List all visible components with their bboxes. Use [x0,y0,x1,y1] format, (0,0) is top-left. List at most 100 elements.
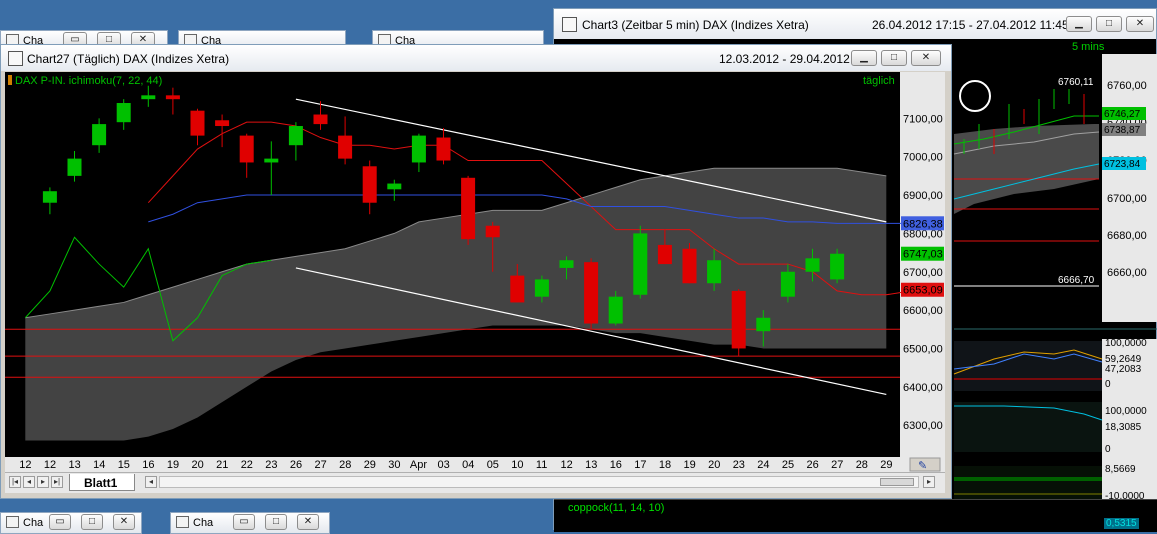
candle-body [116,103,131,123]
maximize-button[interactable]: □ [881,50,907,66]
sheet-bar: |◂ ◂ ▸ ▸| Blatt1 ◂ ▸ [5,472,945,493]
chart3-cloud [954,124,1099,214]
panel-label: 0 [1105,444,1111,455]
x-tick-label: 20 [192,459,204,471]
scroll-right-button[interactable]: ▸ [923,476,935,488]
panel-label: 18,3085 [1105,422,1142,433]
x-tick-label: 12 [561,459,573,471]
x-tick-label: 23 [265,459,277,471]
panel-label: 47,2083 [1105,364,1142,375]
candle-body [510,275,525,303]
candle-body [657,244,672,265]
x-tick-label: 05 [487,459,499,471]
x-tick-label: Apr [410,459,427,471]
minimize-button[interactable]: ▁ [1066,16,1092,32]
scroll-left-button[interactable]: ◂ [145,476,157,488]
candle-body [756,317,771,332]
nav-prev-button[interactable]: ◂ [23,476,35,488]
chart-icon [176,516,189,528]
x-tick-label: 29 [364,459,376,471]
x-tick-label: 28 [339,459,351,471]
x-tick-label: 23 [733,459,745,471]
indicator-label: DAX P-IN. ichimoku(7, 22, 44) [15,75,162,87]
y-tick-label: 6500,00 [903,343,943,355]
maximize-button[interactable]: □ [1096,16,1122,32]
close-button[interactable]: ✕ [1126,16,1154,32]
tab-label: Cha [193,517,214,529]
y-tick-label: 6400,00 [903,382,943,394]
nav-first-button[interactable]: |◂ [9,476,21,488]
chart27-date-range: 12.03.2012 - 29.04.2012 [719,52,850,66]
x-tick-label: 25 [782,459,794,471]
close-button[interactable]: ✕ [911,50,941,66]
horizontal-scrollbar[interactable] [159,476,919,488]
close-button[interactable]: ✕ [297,514,319,530]
chart27-title: Chart27 (Täglich) DAX (Indizes Xetra) [27,52,230,66]
background-chart-tab[interactable]: Cha ▭ □ ✕ [170,512,330,534]
sheet-tab[interactable]: Blatt1 [69,474,135,491]
x-tick-label: 18 [659,459,671,471]
candle-body [805,258,820,272]
candle-body [559,260,574,268]
chart27-y-axis [900,72,945,457]
price-tag-label: 6826,38 [903,218,943,230]
chart3-low-label: 6666,70 [1058,275,1095,286]
tab-label: Cha [23,517,44,529]
panel-label: 8,5669 [1105,464,1136,475]
candle-body [165,95,180,100]
x-tick-label: 16 [142,459,154,471]
candle-body [338,135,353,159]
candle-body [633,233,648,295]
x-tick-label: 28 [856,459,868,471]
x-tick-label: 30 [388,459,400,471]
chart3-date-range: 26.04.2012 17:15 - 27.04.2012 11:45 [872,18,1069,32]
y-tick-label: 7100,00 [903,113,943,125]
candle-body [608,296,623,324]
draw-tool-button[interactable]: ✎ [909,457,941,472]
x-tick-label: 12 [44,459,56,471]
close-button[interactable]: ✕ [113,514,135,530]
maximize-button[interactable]: □ [81,514,103,530]
candle-body [190,110,205,136]
candle-body [584,262,599,324]
x-tick-label: 10 [511,459,523,471]
maximize-button[interactable]: □ [265,514,287,530]
chart3-titlebar[interactable]: Chart3 (Zeitbar 5 min) DAX (Indizes Xetr… [554,9,1156,39]
candle-body [682,248,697,284]
restore-button[interactable]: ▭ [233,514,255,530]
background-chart-tab[interactable]: Cha ▭ □ ✕ [0,512,142,534]
chart27-window[interactable]: Chart27 (Täglich) DAX (Indizes Xetra) 12… [0,44,952,499]
chart3-high-label: 6760,11 [1058,77,1094,88]
scrollbar-thumb[interactable] [880,478,914,486]
chart3-price-tag-label: 6738,87 [1104,125,1141,136]
x-tick-label: 13 [69,459,81,471]
candle-body [436,137,451,161]
x-tick-label: 12 [19,459,31,471]
chart27-titlebar[interactable]: Chart27 (Täglich) DAX (Indizes Xetra) 12… [1,45,951,71]
candle-body [288,126,303,146]
x-tick-label: 19 [684,459,696,471]
candle-body [67,158,82,176]
x-tick-label: 27 [831,459,843,471]
y-tick-label: 7000,00 [903,152,943,164]
nav-last-button[interactable]: ▸| [51,476,63,488]
panel-label: 100,0000 [1105,338,1147,349]
chart-icon [562,17,577,32]
candle-body [239,135,254,163]
chart27-plot: 7100,007000,006900,006800,006700,006600,… [5,72,945,472]
chart3-y-label: 6700,00 [1107,193,1147,205]
restore-button[interactable]: ▭ [49,514,71,530]
candle-body [92,124,107,146]
price-tag-label: 6747,03 [903,249,943,261]
nav-next-button[interactable]: ▸ [37,476,49,488]
chart3-y-label: 6660,00 [1107,267,1147,279]
x-tick-label: 14 [93,459,105,471]
minimize-button[interactable]: ▁ [851,50,877,66]
x-tick-label: 29 [880,459,892,471]
chart3-y-axis [1102,54,1157,322]
x-tick-label: 27 [315,459,327,471]
candle-body [731,290,746,349]
x-tick-label: 26 [290,459,302,471]
candle-body [141,95,156,100]
chart3-period-label: 5 mins [1072,41,1105,53]
